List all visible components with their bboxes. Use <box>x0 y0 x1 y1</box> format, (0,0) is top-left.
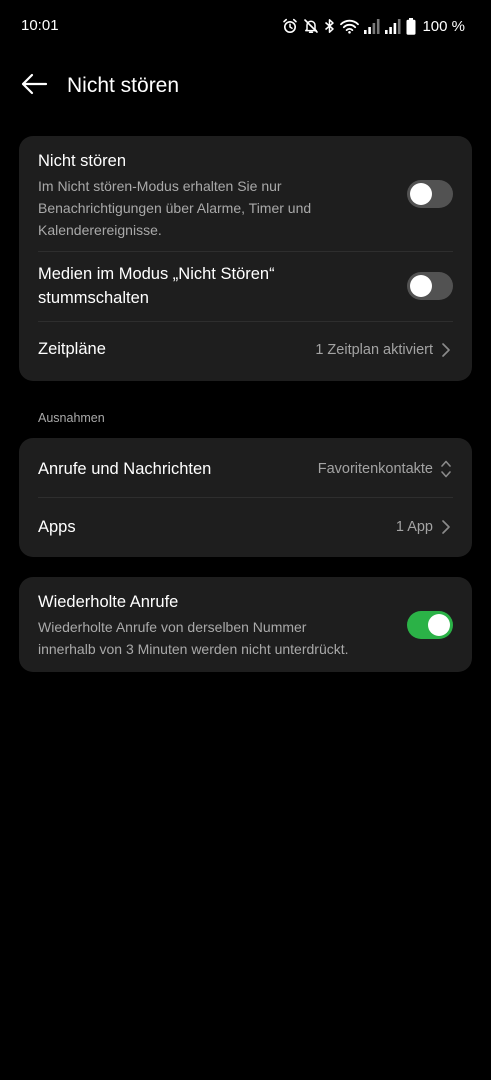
status-bar: 10:01 100 % <box>0 0 491 54</box>
toggle-knob <box>410 183 432 205</box>
wifi-icon <box>340 19 360 34</box>
dnd-settings-card: Nicht stören Im Nicht stören-Modus erhal… <box>19 136 472 381</box>
repeated-calls-description-line-2: innerhalb von 3 Minuten werden nicht unt… <box>38 641 349 657</box>
calls-messages-row[interactable]: Anrufe und Nachrichten Favoritenkontakte <box>38 448 453 490</box>
schedules-value: 1 Zeitplan aktiviert <box>315 342 433 358</box>
dnd-description-line-2: Benachrichtigungen über Alarme, Timer un… <box>38 200 312 216</box>
mute-media-row[interactable]: Medien im Modus „Nicht Stören“ stummscha… <box>38 263 453 313</box>
alarm-icon <box>282 18 298 34</box>
divider <box>38 251 453 252</box>
mute-media-title-line-2: stummschalten <box>38 289 149 307</box>
signal-icon <box>385 18 401 34</box>
back-button[interactable] <box>14 70 54 102</box>
app-bar: Nicht stören <box>0 60 491 112</box>
apps-title: Apps <box>38 518 76 536</box>
dnd-toggle[interactable] <box>407 180 453 208</box>
chevron-up-down-icon <box>439 459 453 479</box>
battery-icon <box>406 17 416 35</box>
dnd-row[interactable]: Nicht stören Im Nicht stören-Modus erhal… <box>38 150 453 254</box>
repeated-calls-title: Wiederholte Anrufe <box>38 593 179 611</box>
schedules-title: Zeitpläne <box>38 340 106 358</box>
divider <box>38 497 453 498</box>
exceptions-card: Anrufe und Nachrichten Favoritenkontakte… <box>19 438 472 557</box>
repeated-calls-card: Wiederholte Anrufe Wiederholte Anrufe vo… <box>19 577 472 672</box>
repeated-calls-description-line-1: Wiederholte Anrufe von derselben Nummer <box>38 619 307 635</box>
dnd-title: Nicht stören <box>38 152 127 170</box>
dnd-description-line-3: Kalenderereignisse. <box>38 222 162 238</box>
chevron-right-icon <box>439 517 453 537</box>
schedules-row[interactable]: Zeitpläne 1 Zeitplan aktiviert <box>38 330 453 370</box>
repeated-calls-toggle[interactable] <box>407 611 453 639</box>
repeated-calls-row[interactable]: Wiederholte Anrufe Wiederholte Anrufe vo… <box>38 591 453 661</box>
apps-value: 1 App <box>395 519 433 535</box>
mute-media-title-line-1: Medien im Modus „Nicht Stören“ <box>38 265 275 283</box>
page-title: Nicht stören <box>67 74 180 97</box>
status-icons: 100 % <box>282 15 465 37</box>
toggle-knob <box>410 275 432 297</box>
bluetooth-icon <box>324 18 335 34</box>
toggle-knob <box>428 614 450 636</box>
status-time: 10:01 <box>21 17 59 34</box>
bell-off-icon <box>303 18 319 34</box>
chevron-right-icon <box>439 340 453 360</box>
signal-icon <box>364 18 380 34</box>
battery-percentage: 100 % <box>422 17 465 35</box>
calls-messages-value: Favoritenkontakte <box>317 461 433 477</box>
apps-row[interactable]: Apps 1 App <box>38 506 453 548</box>
dnd-description-line-1: Im Nicht stören-Modus erhalten Sie nur <box>38 178 282 194</box>
exceptions-section-label: Ausnahmen <box>38 411 105 425</box>
mute-media-toggle[interactable] <box>407 272 453 300</box>
arrow-left-icon <box>20 73 48 100</box>
divider <box>38 321 453 322</box>
calls-messages-title: Anrufe und Nachrichten <box>38 460 212 478</box>
